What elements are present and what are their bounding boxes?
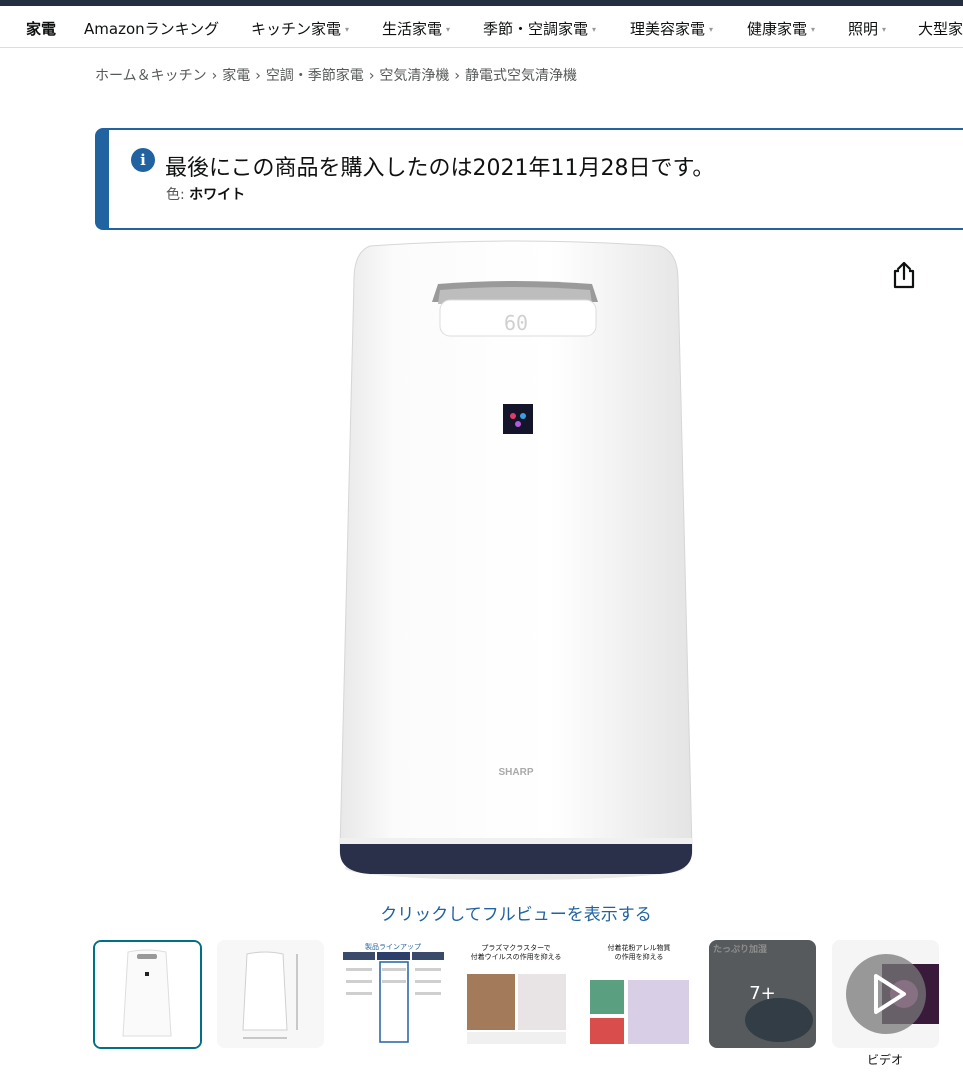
breadcrumb-separator: › [454, 68, 461, 84]
nav-item-health[interactable]: 健康家電 ▾ [747, 18, 815, 39]
display-readout: 60 [504, 311, 528, 335]
caret-down-icon: ▾ [709, 25, 714, 34]
caret-down-icon: ▾ [592, 25, 597, 34]
nav-item-lighting[interactable]: 照明 ▾ [848, 18, 886, 39]
thumbnail-3[interactable]: 製品ラインアップ [340, 940, 447, 1048]
alert-color-line: 色: ホワイト [166, 184, 245, 204]
video-label: ビデオ [866, 1053, 903, 1067]
thumbnail-4[interactable]: プラズマクラスターで 付着ウイルスの作用を抑える [463, 940, 570, 1048]
thumb5-title: 付着花粉アレル物質 [608, 943, 671, 952]
color-value: ホワイト [189, 187, 246, 203]
nav-item-appliances[interactable]: 家電 [26, 18, 56, 39]
nav-item-living[interactable]: 生活家電 ▾ [382, 18, 450, 39]
breadcrumb-separator: › [255, 68, 261, 84]
color-label: 色: [166, 187, 185, 203]
nav-item-ranking[interactable]: Amazonランキング [84, 18, 219, 39]
thumb5-subtitle: の作用を抑える [615, 952, 664, 961]
thumbnail-6[interactable]: たっぷり加湿 7+ [709, 940, 816, 1048]
breadcrumb-link[interactable]: 空調・季節家電 [266, 68, 364, 84]
thumb4-title: プラズマクラスターで [481, 943, 550, 952]
brand-logo: SHARP [498, 767, 533, 778]
purchase-history-alert: i 最後にこの商品を購入したのは2021年11月28日です。 色: ホワイト [95, 128, 963, 230]
alert-title: 最後にこの商品を購入したのは2021年11月28日です。 [165, 156, 715, 181]
breadcrumb-link[interactable]: 静電式空気清浄機 [465, 68, 577, 84]
nav-item-large[interactable]: 大型家 [918, 18, 963, 39]
info-icon: i [131, 148, 155, 172]
breadcrumb: ホーム＆キッチン › 家電 › 空調・季節家電 › 空気清浄機 › 静電式空気清浄機 [95, 65, 577, 85]
thumbnail-5[interactable]: 付着花粉アレル物質 の作用を抑える [586, 940, 693, 1048]
caret-down-icon: ▾ [446, 25, 451, 34]
thumbnail-1[interactable] [93, 940, 202, 1049]
nav-item-beauty[interactable]: 理美容家電 ▾ [630, 18, 713, 39]
nav-item-kitchen[interactable]: キッチン家電 ▾ [251, 18, 349, 39]
share-icon[interactable] [890, 260, 918, 290]
caret-down-icon: ▾ [882, 25, 887, 34]
video-thumbnail[interactable] [832, 940, 939, 1048]
thumb3-title: 製品ラインアップ [365, 942, 421, 951]
product-main-image[interactable]: 60 SHARP [330, 240, 700, 890]
thumbnail-strip: 製品ラインアップ プラズマクラスターで 付着ウイルスの作用を抑える 付着花粉アレ… [0, 938, 963, 1080]
category-subnav: 家電 Amazonランキング キッチン家電 ▾ 生活家電 ▾ 季節・空調家電 ▾ 理美… [0, 6, 963, 48]
caret-down-icon: ▾ [345, 25, 350, 34]
breadcrumb-separator: › [211, 68, 218, 84]
thumbnail-2[interactable] [217, 940, 324, 1048]
breadcrumb-separator: › [368, 68, 375, 84]
nav-item-seasonal[interactable]: 季節・空調家電 ▾ [483, 18, 596, 39]
fullview-link[interactable]: クリックしてフルビューを表示する [0, 900, 963, 925]
more-images-overlay[interactable]: 7+ [709, 940, 816, 1048]
breadcrumb-link[interactable]: ホーム＆キッチン [95, 68, 207, 84]
breadcrumb-link[interactable]: 家電 [222, 68, 250, 84]
caret-down-icon: ▾ [811, 25, 816, 34]
thumb4-subtitle: 付着ウイルスの作用を抑える [471, 952, 562, 961]
breadcrumb-link[interactable]: 空気清浄機 [379, 68, 449, 84]
